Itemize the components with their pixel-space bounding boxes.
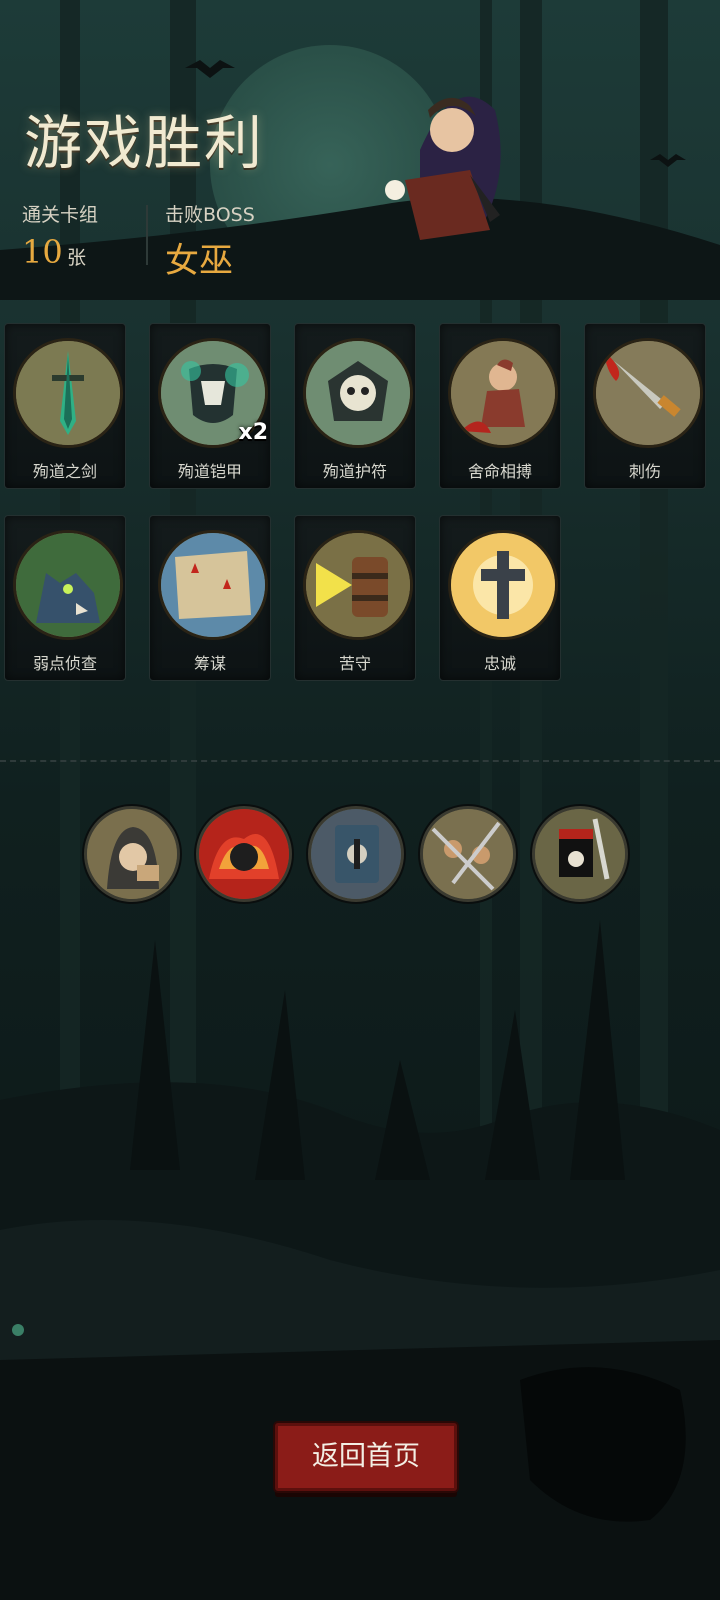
deck-card[interactable]: 殉道之剑 xyxy=(4,323,126,489)
card-label: 殉道护符 xyxy=(322,462,387,481)
deck-unit: 张 xyxy=(67,247,87,269)
hooded-merchant-icon[interactable] xyxy=(84,806,180,902)
banner-sword-icon[interactable] xyxy=(532,806,628,902)
deck-card[interactable]: 筹谋 xyxy=(149,515,271,681)
wolf-icon xyxy=(13,530,123,640)
boss-name: 女巫 xyxy=(165,241,233,281)
header-divider xyxy=(146,205,148,265)
map-icon xyxy=(158,530,268,640)
deck-card[interactable]: 殉道护符 xyxy=(294,323,416,489)
deck-card[interactable]: 刺伤 xyxy=(584,323,706,489)
deck-card[interactable]: 弱点侦查 xyxy=(4,515,126,681)
card-label: 殉道铠甲 xyxy=(177,462,242,481)
desperate-fight-icon xyxy=(448,338,558,448)
fire-mask-icon[interactable] xyxy=(196,806,292,902)
deck-card[interactable]: 舍命相搏 xyxy=(439,323,561,489)
deck-count: 10 xyxy=(22,233,63,271)
card-label: 弱点侦查 xyxy=(32,654,97,673)
card-label: 苦守 xyxy=(338,654,371,673)
card-label: 忠诚 xyxy=(483,654,516,673)
sword-icon xyxy=(13,338,123,448)
deck-label: 通关卡组 xyxy=(22,204,99,226)
victory-title: 游戏胜利 xyxy=(24,109,265,177)
shield-bracer-icon xyxy=(303,530,413,640)
deck-card[interactable]: 忠诚 xyxy=(439,515,561,681)
tome-icon[interactable] xyxy=(308,806,404,902)
boss-label: 击败BOSS xyxy=(165,204,255,226)
cross-icon xyxy=(448,530,558,640)
deck-card[interactable]: x2 殉道铠甲 xyxy=(149,323,271,489)
background-forest-scene xyxy=(0,0,720,1600)
card-label: 舍命相搏 xyxy=(467,462,532,481)
return-home-button[interactable]: 返回首页 xyxy=(275,1423,457,1491)
card-count-badge: x2 xyxy=(238,420,269,445)
dagger-icon xyxy=(593,338,703,448)
section-divider xyxy=(0,760,720,762)
skull-amulet-icon xyxy=(303,338,413,448)
warrior-crowd-icon[interactable] xyxy=(420,806,516,902)
card-label: 刺伤 xyxy=(628,462,661,481)
deck-card[interactable]: 苦守 xyxy=(294,515,416,681)
card-label: 筹谋 xyxy=(193,654,226,673)
card-label: 殉道之剑 xyxy=(32,462,97,481)
